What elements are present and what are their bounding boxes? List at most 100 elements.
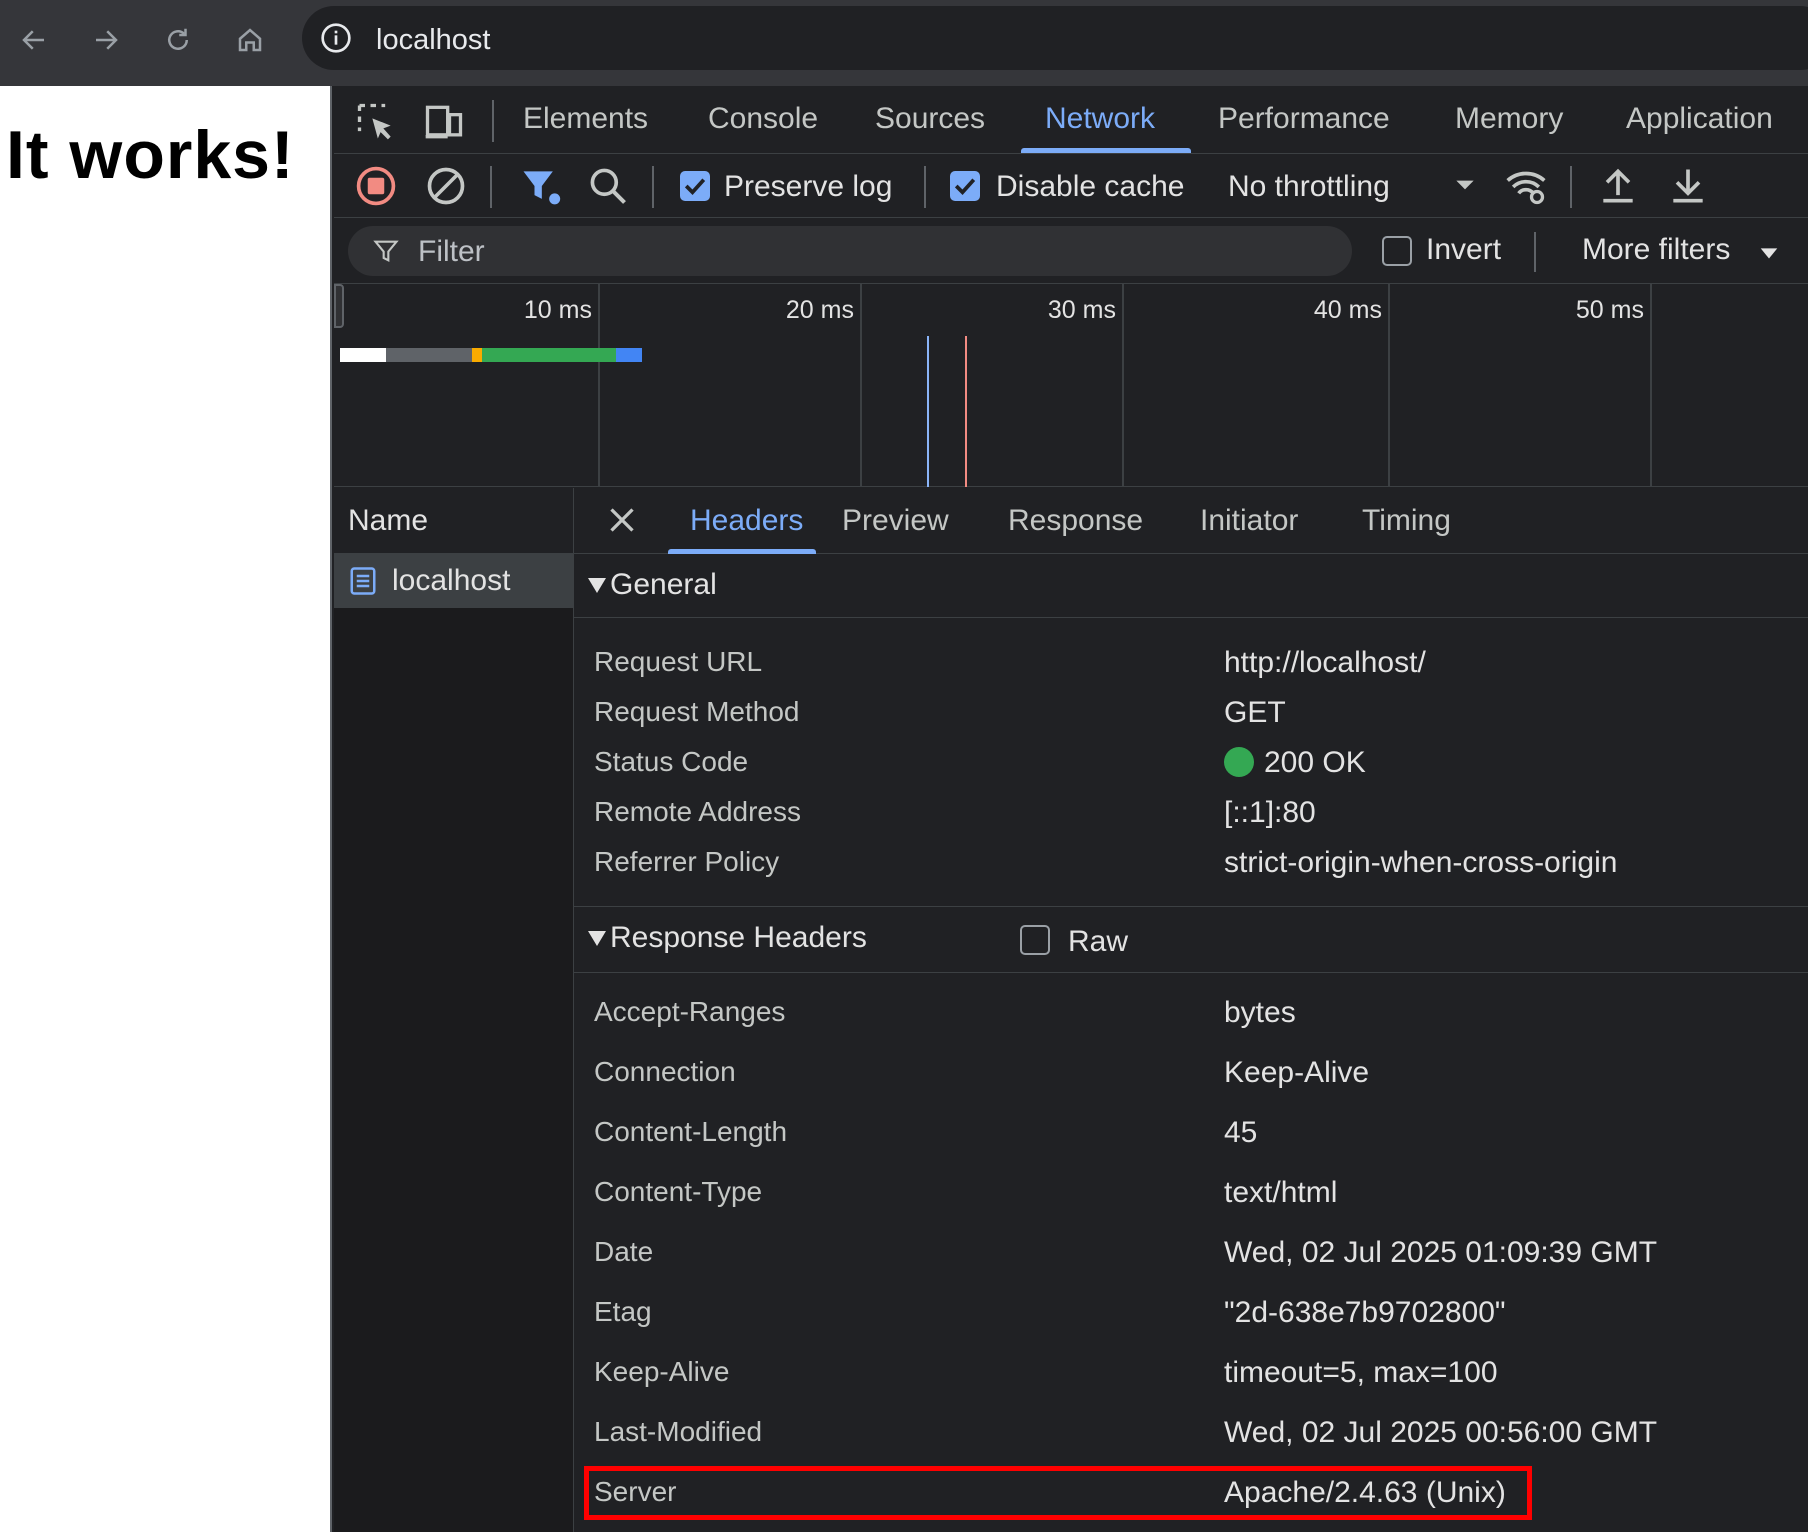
invert-label[interactable]: Invert	[1426, 233, 1501, 267]
header-value: Keep-Alive	[1224, 1056, 1370, 1089]
header-row: Referrer Policy strict-origin-when-cross…	[574, 846, 1808, 890]
back-button[interactable]	[8, 14, 60, 66]
tab-memory[interactable]: Memory	[1455, 102, 1563, 136]
header-value: GET	[1224, 696, 1286, 729]
import-har-icon[interactable]	[1596, 164, 1640, 208]
header-value: text/html	[1224, 1176, 1338, 1209]
filter-bar: Filter Invert More filters	[334, 218, 1808, 284]
expand-triangle-icon[interactable]	[588, 931, 606, 946]
header-key: Request URL	[594, 646, 763, 677]
network-conditions-icon[interactable]	[1504, 164, 1548, 208]
export-har-icon[interactable]	[1666, 164, 1710, 208]
server-row-highlight	[584, 1466, 1532, 1520]
forward-icon	[96, 30, 118, 50]
overview-handle[interactable]	[334, 284, 344, 328]
general-section-title[interactable]: General	[610, 568, 717, 602]
filter-placeholder: Filter	[418, 235, 485, 268]
back-icon	[22, 30, 44, 50]
tab-console[interactable]: Console	[708, 102, 818, 136]
tab-sources[interactable]: Sources	[875, 102, 985, 136]
header-value: [::1]:80	[1224, 796, 1316, 829]
name-column-header[interactable]: Name	[334, 488, 573, 554]
chevron-down-icon[interactable]	[1452, 172, 1478, 198]
header-value: Wed, 02 Jul 2025 01:09:39 GMT	[1224, 1236, 1658, 1269]
expand-triangle-icon[interactable]	[588, 578, 606, 593]
header-row: Status Code 200 OK	[574, 746, 1808, 790]
timing-bar-queueing	[340, 348, 386, 362]
header-key: Keep-Alive	[594, 1356, 730, 1387]
preserve-log-checkbox[interactable]	[680, 171, 710, 201]
header-key: Referrer Policy	[594, 846, 780, 877]
header-value: "2d-638e7b9702800"	[1224, 1296, 1506, 1329]
toolbar-divider	[652, 166, 654, 208]
status-code-value: 200 OK	[1224, 746, 1366, 780]
devtools: Elements Console Sources Network Perform…	[334, 86, 1808, 1532]
filter-input[interactable]: Filter	[348, 226, 1352, 276]
invert-checkbox[interactable]	[1382, 236, 1412, 266]
funnel-icon	[373, 240, 399, 263]
header-row: Content-Type text/html	[574, 1176, 1808, 1220]
dropdown-arrow-icon[interactable]	[1758, 242, 1780, 264]
detail-tabs: Headers Preview Response Initiator Timin…	[574, 488, 1808, 554]
tab-application[interactable]: Application	[1626, 102, 1773, 136]
filter-icon[interactable]	[518, 164, 562, 208]
header-row: Accept-Ranges bytes	[574, 996, 1808, 1040]
request-name[interactable]: localhost	[392, 564, 510, 598]
more-filters-button[interactable]: More filters	[1582, 233, 1730, 267]
header-key: Connection	[594, 1056, 736, 1087]
device-toolbar-icon[interactable]	[422, 100, 466, 144]
tab-headers[interactable]: Headers	[690, 504, 803, 538]
general-section-header[interactable]: General	[574, 554, 1808, 618]
throttling-select[interactable]: No throttling	[1228, 170, 1390, 204]
timeline-gridline	[860, 284, 862, 487]
timing-bar-waiting	[482, 348, 616, 362]
network-overview[interactable]: 10 ms 20 ms 30 ms 40 ms 50 ms	[334, 284, 1808, 487]
header-value: 45	[1224, 1116, 1258, 1149]
header-value: bytes	[1224, 996, 1296, 1029]
disable-cache-label[interactable]: Disable cache	[996, 170, 1184, 204]
header-row: Date Wed, 02 Jul 2025 01:09:39 GMT	[574, 1236, 1808, 1280]
tab-network[interactable]: Network	[1045, 102, 1155, 136]
preserve-log-label[interactable]: Preserve log	[724, 170, 892, 204]
tab-elements[interactable]: Elements	[523, 102, 648, 136]
raw-label[interactable]: Raw	[1068, 925, 1128, 959]
header-key: Date	[594, 1236, 654, 1267]
raw-checkbox[interactable]	[1020, 925, 1050, 955]
timeline-tick-label: 10 ms	[523, 296, 592, 324]
stop-recording-icon[interactable]	[354, 164, 398, 208]
header-key: Remote Address	[594, 796, 801, 827]
header-row: Keep-Alive timeout=5, max=100	[574, 1356, 1808, 1400]
inspect-element-icon[interactable]	[354, 100, 398, 144]
request-row[interactable]: localhost	[334, 554, 574, 608]
address-bar[interactable]: localhost	[302, 6, 1808, 70]
tab-initiator[interactable]: Initiator	[1200, 504, 1298, 538]
toolbar-divider	[1570, 166, 1572, 208]
clear-icon[interactable]	[424, 164, 468, 208]
header-value: timeout=5, max=100	[1224, 1356, 1498, 1389]
dom-content-loaded-marker	[927, 336, 929, 487]
home-icon	[238, 28, 262, 52]
info-icon[interactable]	[320, 22, 352, 54]
checkmark-icon	[954, 178, 976, 195]
timeline-gridline	[1122, 284, 1124, 487]
forward-button[interactable]	[80, 14, 132, 66]
header-key: Request Method	[594, 696, 800, 727]
tab-response[interactable]: Response	[1008, 504, 1143, 538]
address-url[interactable]: localhost	[376, 24, 490, 57]
search-icon[interactable]	[586, 164, 630, 208]
close-icon[interactable]	[604, 502, 640, 538]
disable-cache-checkbox[interactable]	[950, 171, 980, 201]
request-list: Name localhost	[334, 488, 574, 1532]
tab-performance[interactable]: Performance	[1218, 102, 1390, 136]
reload-button[interactable]	[152, 14, 204, 66]
tab-preview[interactable]: Preview	[842, 504, 949, 538]
home-button[interactable]	[224, 14, 276, 66]
toolbar-divider	[490, 166, 492, 208]
header-key: Last-Modified	[594, 1416, 763, 1447]
tab-timing[interactable]: Timing	[1362, 504, 1451, 538]
header-value: Wed, 02 Jul 2025 00:56:00 GMT	[1224, 1416, 1658, 1449]
response-headers-section-header[interactable]: Response Headers Raw	[574, 907, 1808, 973]
response-headers-title[interactable]: Response Headers	[610, 921, 867, 955]
header-value: 200 OK	[1264, 746, 1366, 779]
header-key: Accept-Ranges	[594, 996, 786, 1027]
